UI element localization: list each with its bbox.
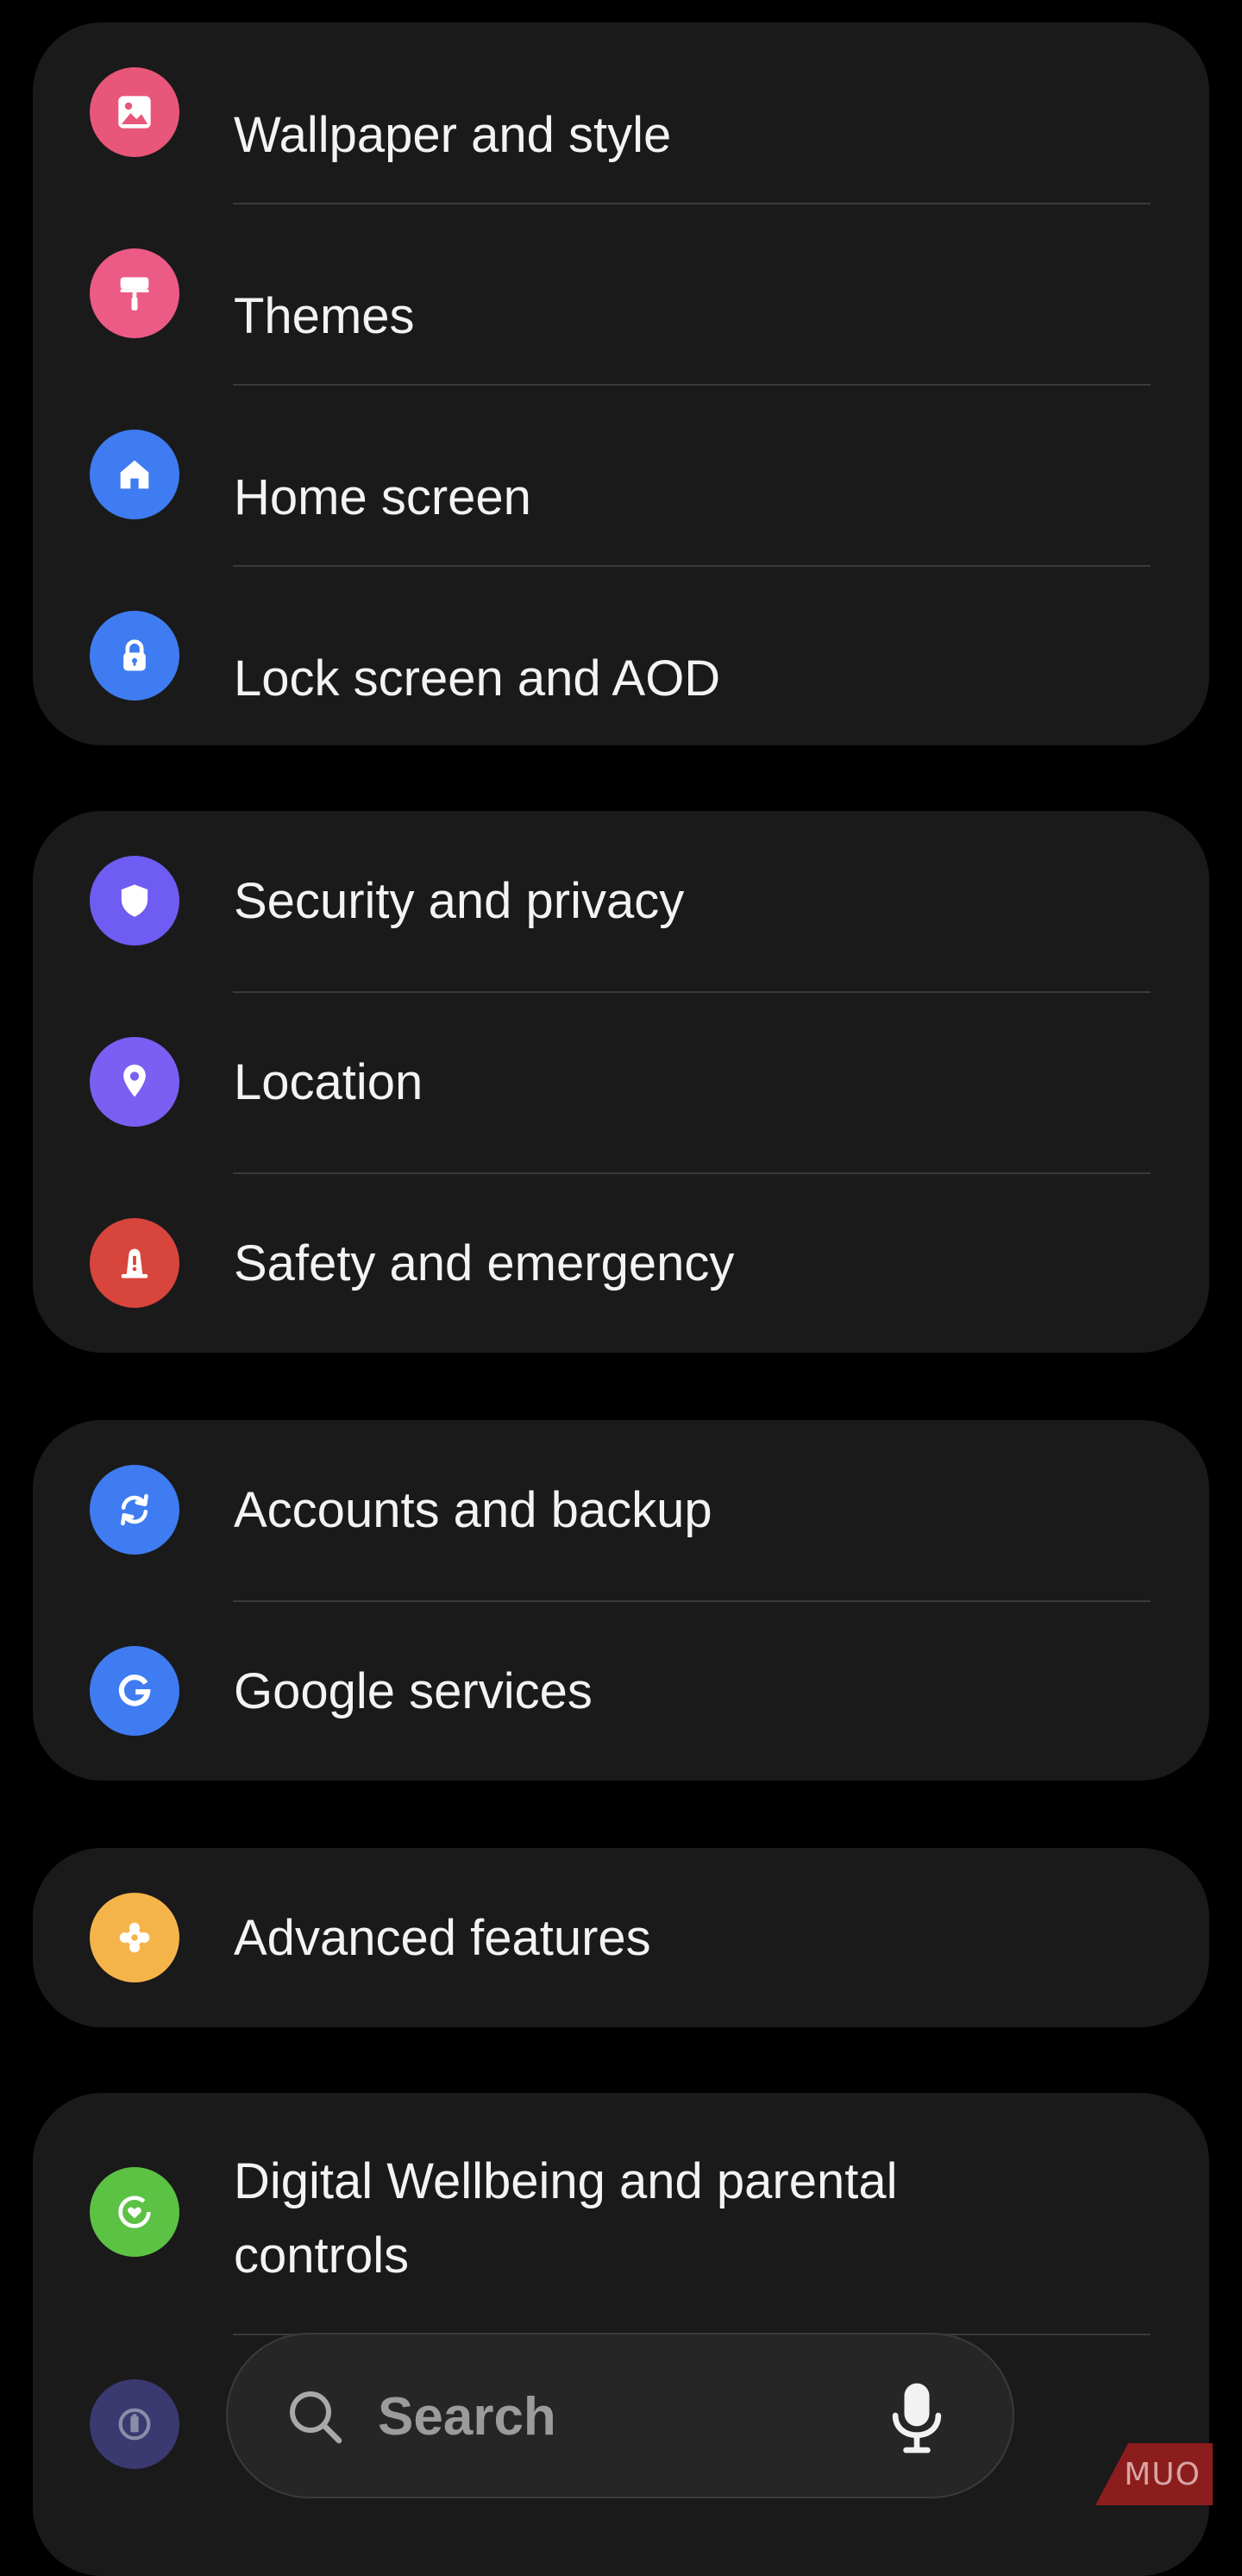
settings-item-google-services[interactable]: Google services [33,1601,1209,1781]
search-input[interactable]: Search [378,2376,556,2459]
settings-item-advanced-features[interactable]: Advanced features [33,1848,1209,2027]
search-icon[interactable] [285,2386,347,2448]
settings-group-accounts: Accounts and backup Google services [33,1420,1209,1781]
settings-item-label: Themes [234,288,415,344]
mic-icon[interactable] [892,2381,942,2453]
settings-item-location[interactable]: Location [33,992,1209,1173]
battery-care-icon [90,2379,179,2469]
settings-item-themes[interactable]: Themes [33,204,1209,385]
google-g-icon [90,1646,179,1736]
settings-item-label: Wallpaper and style [234,107,672,163]
home-icon [90,430,179,519]
sync-icon [90,1465,179,1555]
settings-item-security-privacy[interactable]: Security and privacy [33,811,1209,992]
settings-item-home-screen[interactable]: Home screen [33,385,1209,566]
settings-item-wallpaper[interactable]: Wallpaper and style [33,22,1209,204]
settings-group-advanced: Advanced features [33,1848,1209,2027]
heart-ring-icon [90,2167,179,2257]
settings-group-security: Security and privacy Location Safety and… [33,811,1209,1353]
settings-item-safety-emergency[interactable]: Safety and emergency [33,1173,1209,1353]
settings-item-label: Digital Wellbeing and parental controls [234,2153,898,2284]
settings-item-label: Google services [234,1663,593,1719]
settings-item-label: Home screen [234,469,531,525]
lock-icon [90,611,179,701]
shield-icon [90,856,179,946]
settings-item-label: Lock screen and AOD [234,650,721,707]
settings-item-label: Safety and emergency [234,1235,735,1291]
settings-item-label: Advanced features [234,1910,651,1966]
image-icon [90,67,179,157]
settings-item-label: Accounts and backup [234,1482,712,1538]
settings-item-lock-screen[interactable]: Lock screen and AOD [33,566,1209,745]
settings-group-display: Wallpaper and style Themes Home screen L… [33,22,1209,745]
settings-item-label: Security and privacy [234,873,685,929]
settings-item-label: Location [234,1054,423,1110]
emergency-siren-icon [90,1218,179,1308]
gear-puzzle-icon [90,1893,179,1982]
watermark-text: MUO [1124,2456,1201,2492]
paintbrush-icon [90,248,179,338]
location-pin-icon [90,1037,179,1127]
settings-item-digital-wellbeing[interactable]: Digital Wellbeing and parental controls [33,2093,1209,2334]
settings-item-accounts-backup[interactable]: Accounts and backup [33,1420,1209,1601]
search-bar[interactable]: Search [226,2333,1014,2498]
